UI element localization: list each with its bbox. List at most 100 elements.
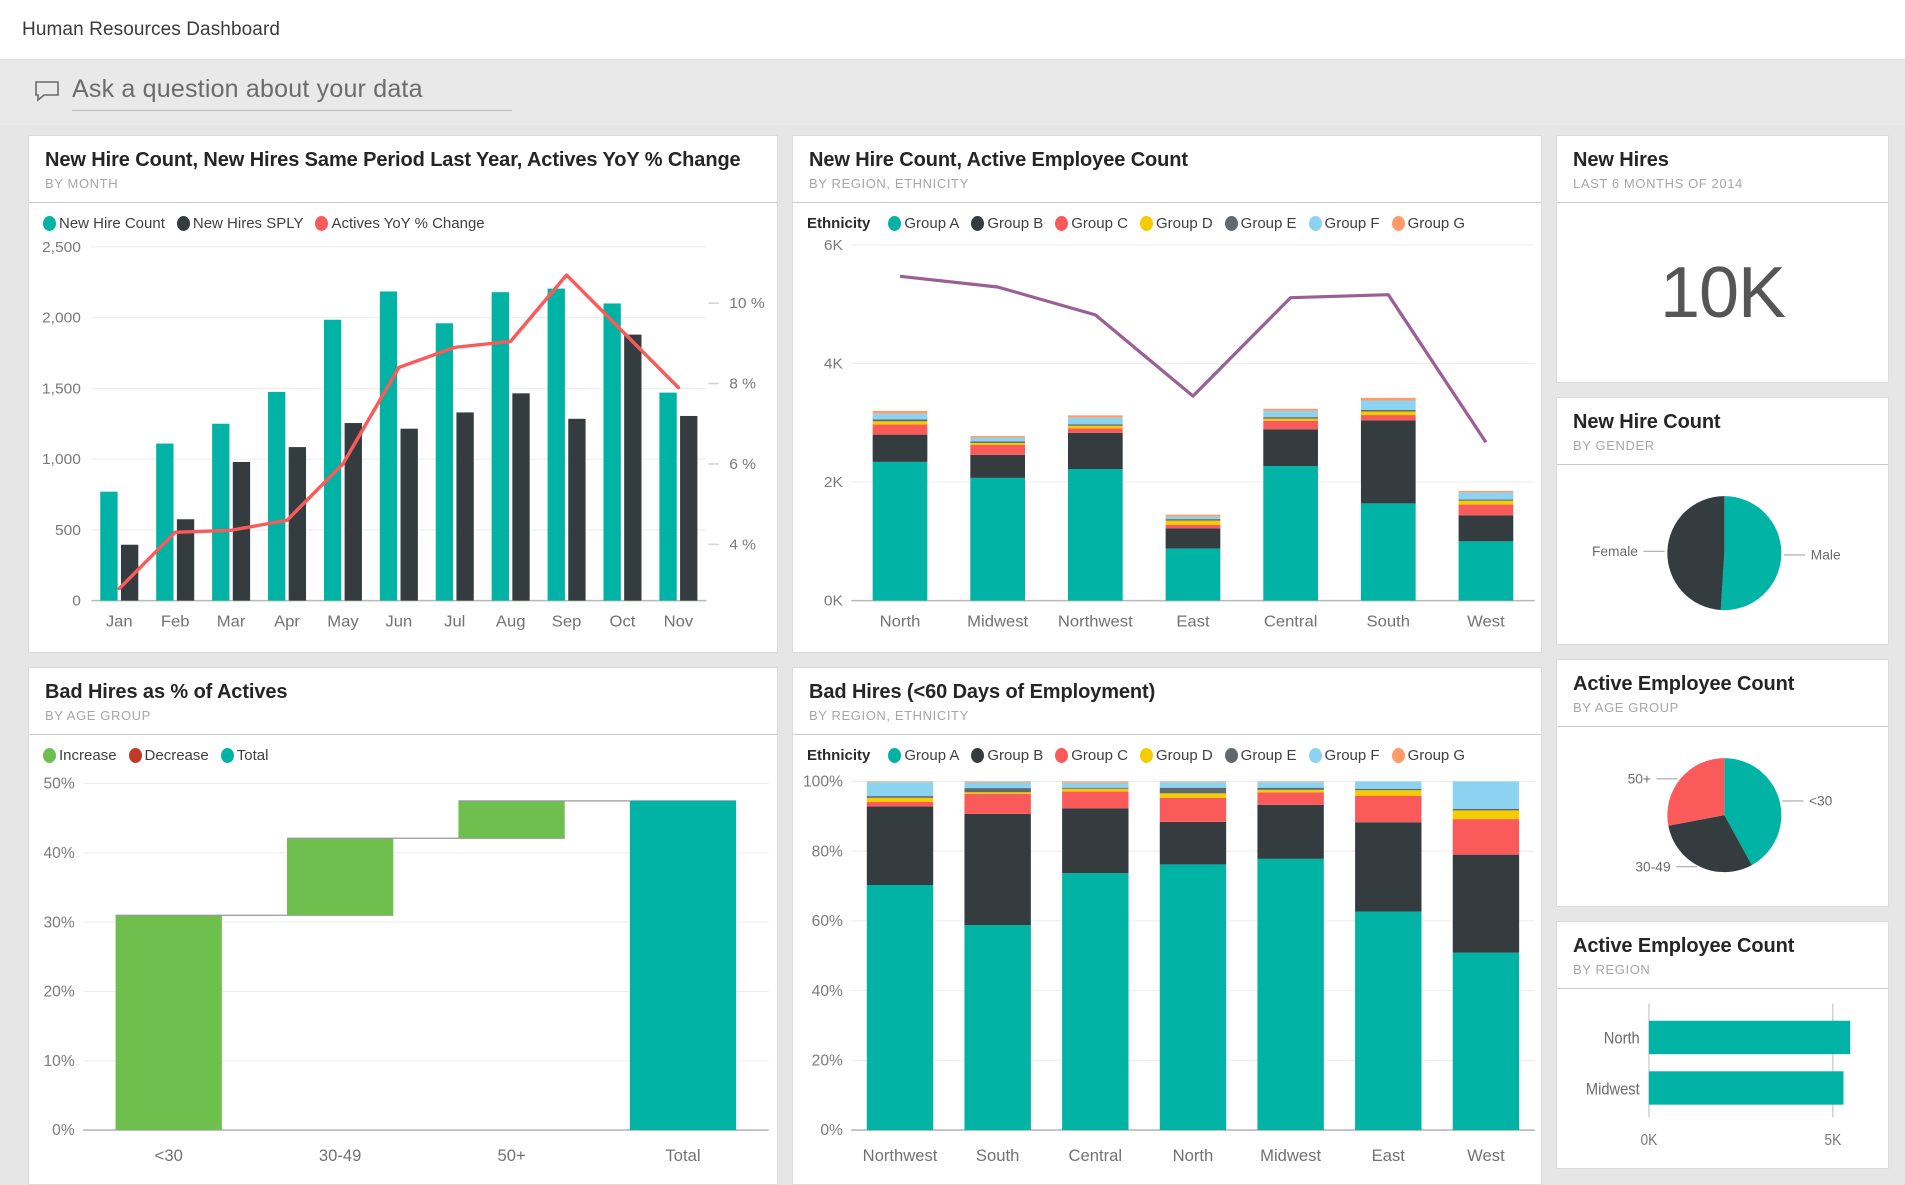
bar-segment[interactable]: [1355, 796, 1421, 822]
bar-segment[interactable]: [873, 421, 928, 424]
bar-segment[interactable]: [1160, 781, 1226, 782]
bar-segment[interactable]: [1166, 516, 1221, 519]
pie-slice[interactable]: [1667, 758, 1724, 826]
bar-segment[interactable]: [1459, 515, 1514, 541]
bar-segment[interactable]: [873, 414, 928, 420]
bar-segment[interactable]: [867, 798, 933, 802]
bar[interactable]: [548, 289, 565, 601]
bar-segment[interactable]: [867, 796, 933, 798]
bar[interactable]: [289, 447, 306, 601]
bar-segment[interactable]: [1459, 492, 1514, 499]
bar-segment[interactable]: [970, 445, 1025, 455]
bar-segment[interactable]: [964, 792, 1030, 794]
bar-segment[interactable]: [964, 814, 1030, 925]
bar-segment[interactable]: [964, 925, 1030, 1130]
qa-input[interactable]: Ask a question about your data: [72, 75, 512, 111]
bar-segment[interactable]: [1257, 790, 1323, 792]
bar-segment[interactable]: [1453, 953, 1519, 1130]
bar-segment[interactable]: [1355, 790, 1421, 796]
bar[interactable]: [345, 423, 362, 601]
bar-segment[interactable]: [873, 411, 928, 414]
legend-item-group-b[interactable]: Group B: [971, 747, 1043, 764]
bar-segment[interactable]: [1068, 469, 1123, 601]
bar-segment[interactable]: [1068, 426, 1123, 429]
bar-segment[interactable]: [1453, 781, 1519, 809]
bar-segment[interactable]: [1459, 541, 1514, 600]
line-series[interactable]: [119, 275, 678, 589]
bar-segment[interactable]: [970, 455, 1025, 478]
bar-segment[interactable]: [1361, 411, 1416, 415]
bar-segment[interactable]: [964, 788, 1030, 792]
bar-segment[interactable]: [1062, 873, 1128, 1130]
legend-item-decrease[interactable]: Decrease: [129, 747, 209, 764]
bar-segment[interactable]: [1263, 419, 1318, 421]
bar-segment[interactable]: [1459, 505, 1514, 516]
waterfall-bar[interactable]: [458, 801, 564, 838]
bar-segment[interactable]: [970, 478, 1025, 601]
bar-segment[interactable]: [1257, 792, 1323, 805]
bar-segment[interactable]: [1355, 789, 1421, 790]
bar-segment[interactable]: [1459, 501, 1514, 505]
bar-segment[interactable]: [1263, 411, 1318, 417]
pie-slice[interactable]: [1667, 496, 1724, 610]
bar-segment[interactable]: [1160, 782, 1226, 788]
bar[interactable]: [156, 444, 173, 601]
bar-segment[interactable]: [1361, 415, 1416, 420]
tile-age-group[interactable]: Active Employee Count BY AGE GROUP <3030…: [1556, 659, 1889, 907]
bar-segment[interactable]: [867, 807, 933, 885]
bar[interactable]: [1649, 1071, 1844, 1104]
tile-region-ethnicity[interactable]: New Hire Count, Active Employee Count BY…: [792, 135, 1542, 653]
bar-segment[interactable]: [1166, 525, 1221, 529]
bar[interactable]: [100, 492, 117, 601]
bar-segment[interactable]: [1062, 808, 1128, 873]
bar-segment[interactable]: [1160, 788, 1226, 794]
legend-item-group-c[interactable]: Group C: [1055, 215, 1128, 232]
bar[interactable]: [380, 291, 397, 600]
bar-segment[interactable]: [867, 781, 933, 782]
bar-segment[interactable]: [1361, 410, 1416, 411]
bar-segment[interactable]: [964, 781, 1030, 782]
bar[interactable]: [324, 320, 341, 601]
tile-new-hires-card[interactable]: New Hires LAST 6 MONTHS OF 2014 10K: [1556, 135, 1889, 383]
bar-segment[interactable]: [1068, 424, 1123, 425]
legend-item-group-f[interactable]: Group F: [1309, 215, 1380, 232]
legend-item-group-c[interactable]: Group C: [1055, 747, 1128, 764]
legend-item-group-b[interactable]: Group B: [971, 215, 1043, 232]
bar-segment[interactable]: [1062, 788, 1128, 789]
bar-segment[interactable]: [867, 782, 933, 796]
legend-item-actives-yoy[interactable]: Actives YoY % Change: [315, 215, 484, 232]
bar-segment[interactable]: [964, 794, 1030, 814]
bar-segment[interactable]: [1257, 781, 1323, 782]
bar-segment[interactable]: [1166, 519, 1221, 520]
tile-by-region[interactable]: Active Employee Count BY REGION 0K5KNort…: [1556, 921, 1889, 1169]
bar-segment[interactable]: [1459, 500, 1514, 501]
bar-segment[interactable]: [964, 782, 1030, 788]
bar-segment[interactable]: [1263, 417, 1318, 418]
bar-segment[interactable]: [1062, 789, 1128, 792]
bar-segment[interactable]: [1068, 433, 1123, 469]
bar-segment[interactable]: [1453, 819, 1519, 855]
waterfall-bar[interactable]: [287, 838, 393, 915]
legend-item-group-e[interactable]: Group E: [1225, 747, 1297, 764]
bar-segment[interactable]: [1062, 783, 1128, 788]
bar-segment[interactable]: [1453, 810, 1519, 819]
bar-segment[interactable]: [1068, 418, 1123, 425]
bar-segment[interactable]: [1062, 792, 1128, 809]
bar[interactable]: [1649, 1021, 1850, 1054]
bar-segment[interactable]: [1263, 466, 1318, 601]
legend-item-total[interactable]: Total: [221, 747, 269, 764]
legend-item-group-g[interactable]: Group G: [1392, 747, 1466, 764]
legend-item-group-a[interactable]: Group A: [888, 747, 959, 764]
bar-segment[interactable]: [1160, 793, 1226, 798]
legend-item-group-e[interactable]: Group E: [1225, 215, 1297, 232]
bar-segment[interactable]: [1355, 822, 1421, 911]
legend-item-new-hires-sply[interactable]: New Hires SPLY: [177, 215, 304, 232]
bar-segment[interactable]: [1361, 420, 1416, 503]
bar[interactable]: [659, 393, 676, 601]
bar-segment[interactable]: [1361, 398, 1416, 401]
bar-segment[interactable]: [1257, 805, 1323, 859]
bar[interactable]: [436, 323, 453, 600]
waterfall-bar[interactable]: [630, 801, 736, 1130]
bar-segment[interactable]: [1160, 864, 1226, 1130]
bar-segment[interactable]: [970, 438, 1025, 442]
